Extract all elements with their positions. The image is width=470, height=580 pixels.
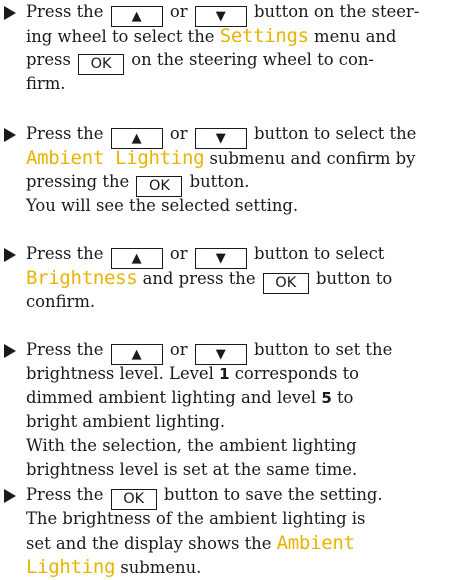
step-text: bright ambient lighting. [26, 412, 226, 431]
bullet-triangle-icon [4, 128, 16, 142]
step-line: With the selection, the ambient lighting [26, 434, 470, 458]
instruction-step: Press the OK button to save the setting.… [0, 483, 470, 579]
bullet-triangle-icon [4, 6, 16, 20]
step-text: menu and [308, 27, 397, 46]
level-number: 1 [219, 365, 230, 383]
step-text: brightness level. Level [26, 364, 220, 383]
step-text: brightness level is set at the same time… [26, 460, 358, 479]
step-text: dimmed ambient lighting and level [26, 388, 322, 407]
step-text: or [164, 2, 193, 21]
step-text: The brightness of the ambient lighting i… [26, 509, 366, 528]
step-line: ing wheel to select the Settings menu an… [26, 24, 470, 48]
menu-term: Brightness [26, 267, 138, 289]
step-text: Press the [26, 340, 109, 359]
menu-term: Lighting [26, 556, 116, 578]
step-line: Ambient Lighting submenu and confirm by [26, 146, 470, 170]
step-line: Lighting submenu. [26, 555, 470, 579]
step-text: Press the [26, 485, 109, 504]
step-line: confirm. [26, 290, 470, 314]
step-line: press OK on the steering wheel to con- [26, 48, 470, 75]
bullet-triangle-icon [4, 344, 16, 358]
step-text: pressing the [26, 172, 135, 191]
instruction-page: Press the ▲ or ▼ button on the steer-ing… [0, 0, 470, 578]
step-line: set and the display shows the Ambient [26, 531, 470, 555]
step-line: pressing the OK button. [26, 170, 470, 197]
step-text: confirm. [26, 292, 96, 311]
step-text: to [331, 388, 354, 407]
step-line: brightness level is set at the same time… [26, 458, 470, 482]
instruction-step: Press the ▲ or ▼ button to select Brightn… [0, 242, 470, 314]
step-text: press [26, 50, 77, 69]
step-text: button to set the [248, 340, 393, 359]
step-line: Press the ▲ or ▼ button to set the [26, 338, 470, 365]
menu-term: Ambient Lighting [26, 147, 205, 169]
step-line: brightness level. Level 1 corresponds to [26, 362, 470, 386]
step-text: or [164, 124, 193, 143]
step-text: Press the [26, 2, 109, 21]
menu-term: Ambient [276, 532, 355, 554]
menu-term: Settings [219, 25, 309, 47]
step-line: bright ambient lighting. [26, 410, 470, 434]
step-text: button to save the setting. [158, 485, 383, 504]
level-number: 5 [321, 389, 332, 407]
step-line: Press the ▲ or ▼ button to select the [26, 122, 470, 149]
step-text: or [164, 244, 193, 263]
bullet-triangle-icon [4, 248, 16, 262]
step-line: Press the ▲ or ▼ button to select [26, 242, 470, 269]
ok-button-symbol: OK [262, 273, 309, 294]
step-text: button to select the [248, 124, 417, 143]
step-line: Press the ▲ or ▼ button on the steer- [26, 0, 470, 27]
step-line: firm. [26, 72, 470, 96]
step-text: button to [310, 269, 393, 288]
step-text: or [164, 340, 193, 359]
step-text: ing wheel to select the [26, 27, 220, 46]
step-text: firm. [26, 74, 66, 93]
step-text: You will see the selected setting. [26, 196, 299, 215]
bullet-triangle-icon [4, 489, 16, 503]
step-text: on the steering wheel to con- [126, 50, 374, 69]
step-text: set and the display shows the [26, 534, 277, 553]
step-text: With the selection, the ambient lighting [26, 436, 357, 455]
step-text: and press the [137, 269, 261, 288]
ok-button-symbol: OK [78, 54, 125, 75]
step-text: submenu and confirm by [204, 149, 416, 168]
instruction-step: Press the ▲ or ▼ button to select the Amb… [0, 122, 470, 218]
instruction-step: Press the ▲ or ▼ button to set the bright… [0, 338, 470, 482]
step-line: Press the OK button to save the setting. [26, 483, 470, 510]
step-line: You will see the selected setting. [26, 194, 470, 218]
step-line: The brightness of the ambient lighting i… [26, 507, 470, 531]
step-text: button on the steer- [248, 2, 420, 21]
instruction-step: Press the ▲ or ▼ button on the steer-ing… [0, 0, 470, 96]
step-text: corresponds to [229, 364, 360, 383]
step-text: button. [184, 172, 250, 191]
step-line: Brightness and press the OK button to [26, 266, 470, 294]
step-text: button to select [248, 244, 385, 263]
step-line: dimmed ambient lighting and level 5 to [26, 386, 470, 410]
step-text: Press the [26, 124, 109, 143]
step-text: submenu. [115, 558, 202, 577]
step-text: Press the [26, 244, 109, 263]
